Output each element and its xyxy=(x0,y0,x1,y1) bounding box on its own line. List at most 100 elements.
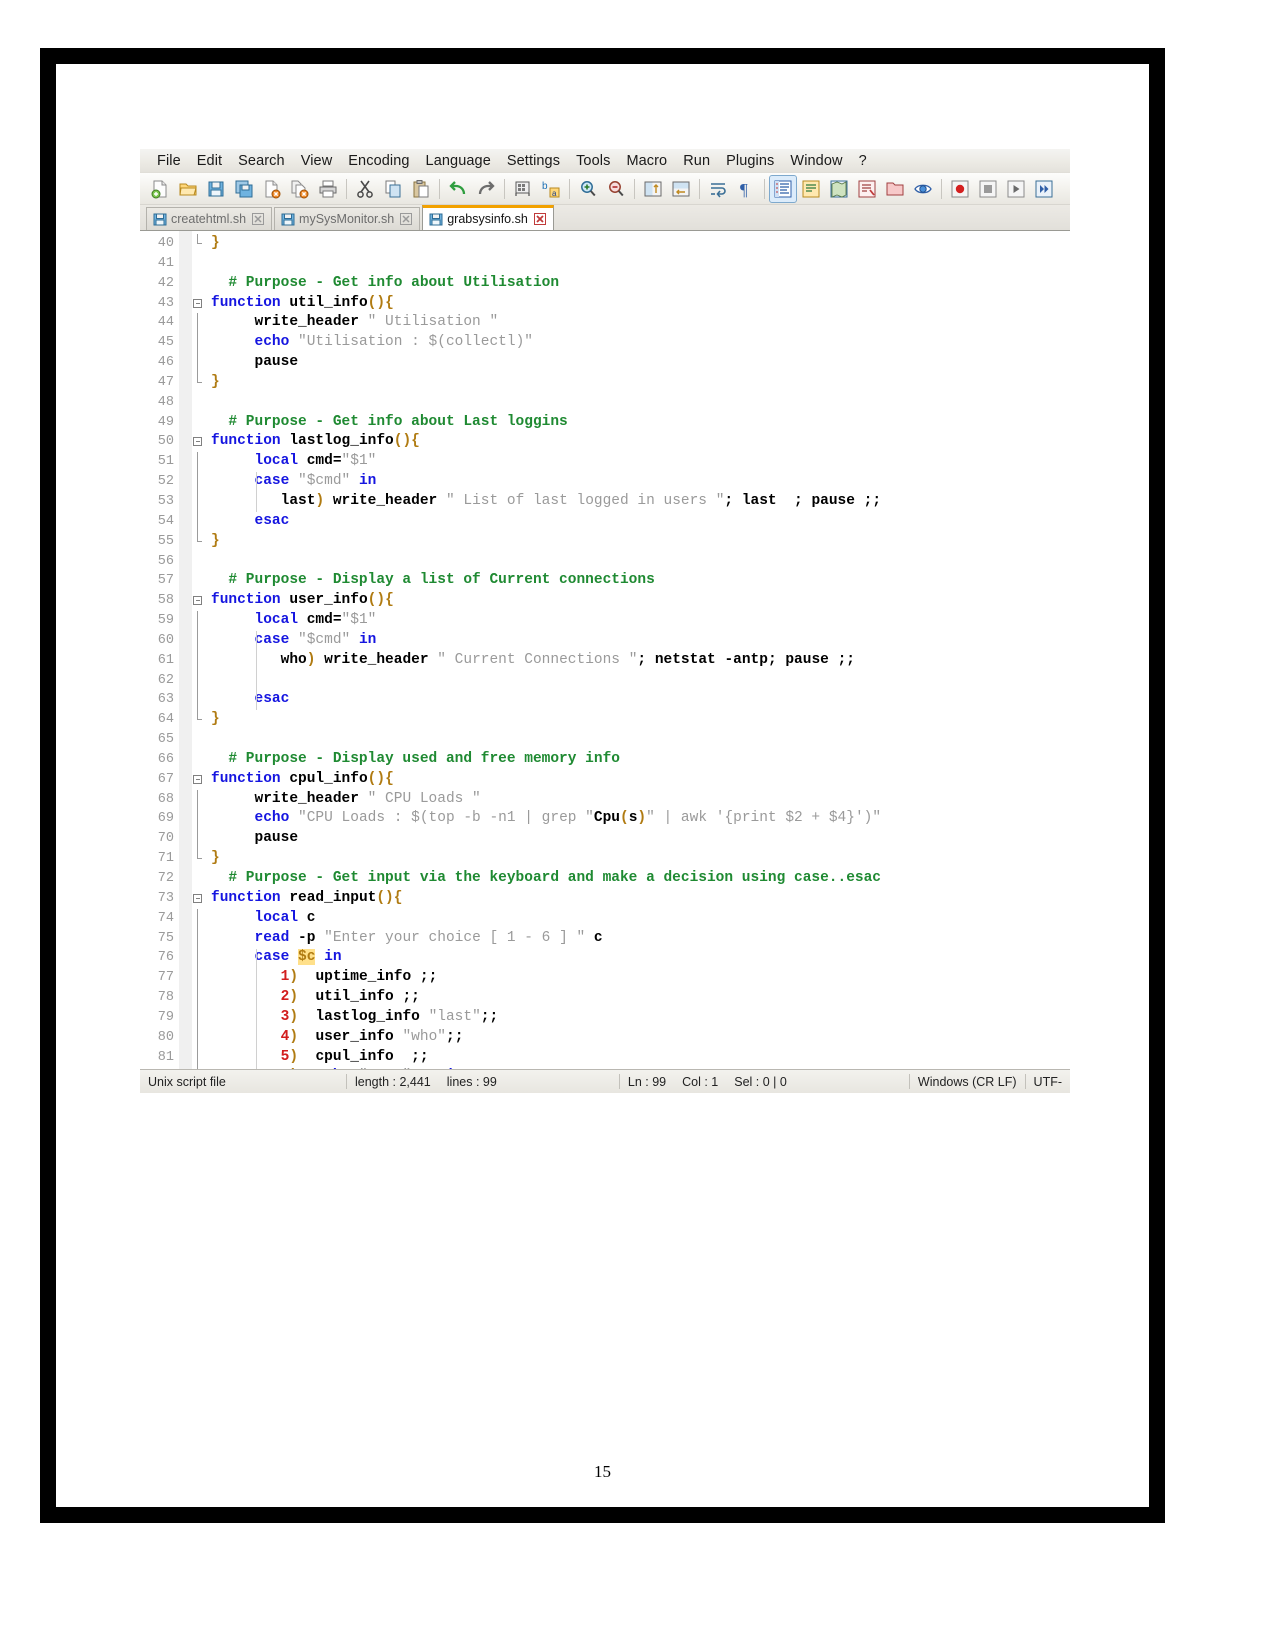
fold-marker xyxy=(192,670,207,691)
code-line: # Purpose - Get info about Utilisation xyxy=(228,274,560,291)
line-number: 80 xyxy=(157,1029,174,1045)
fold-marker[interactable] xyxy=(192,432,207,452)
fold-marker xyxy=(192,313,207,334)
user-defined-language-icon[interactable] xyxy=(798,176,824,202)
close-file-icon[interactable] xyxy=(259,176,285,202)
toolbar-separator xyxy=(699,178,700,199)
code-line: # Purpose - Get input via the keyboard a… xyxy=(228,870,882,886)
zoom-out-icon[interactable] xyxy=(603,176,629,202)
fold-marker xyxy=(192,750,207,770)
close-all-icon[interactable] xyxy=(287,176,313,202)
menu-item-run[interactable]: Run xyxy=(675,150,718,172)
find-icon[interactable] xyxy=(510,176,536,202)
menu-item-search[interactable]: Search xyxy=(230,150,293,172)
indent-guide xyxy=(256,631,257,711)
line-number: 46 xyxy=(157,355,174,371)
code-line: esac xyxy=(254,512,290,529)
code-line: 4) user_info "who";; xyxy=(280,1028,464,1045)
menu-item-help[interactable]: ? xyxy=(851,150,875,172)
menu-item-plugins[interactable]: Plugins xyxy=(718,150,782,172)
tab-label: createhtml.sh xyxy=(171,212,247,226)
folder-workspace-icon[interactable] xyxy=(882,176,908,202)
save-icon[interactable] xyxy=(203,176,229,202)
sync-vertical-icon[interactable] xyxy=(640,176,666,202)
line-number: 67 xyxy=(157,771,174,787)
menu-item-tools[interactable]: Tools xyxy=(568,150,618,172)
toolbar-separator xyxy=(941,178,942,199)
fold-marker xyxy=(192,511,207,532)
menu-item-edit[interactable]: Edit xyxy=(189,150,230,172)
zoom-in-icon[interactable] xyxy=(575,176,601,202)
redo-icon[interactable] xyxy=(473,176,499,202)
menu-item-window[interactable]: Window xyxy=(782,150,850,172)
fold-marker[interactable] xyxy=(192,889,207,909)
page-content-area: File Edit Search View Encoding Language … xyxy=(56,64,1149,1507)
menu-item-encoding[interactable]: Encoding xyxy=(340,150,417,172)
new-file-icon[interactable] xyxy=(147,176,173,202)
fold-marker[interactable] xyxy=(192,294,207,314)
line-number: 54 xyxy=(157,513,174,529)
sync-horizontal-icon[interactable] xyxy=(668,176,694,202)
menu-item-settings[interactable]: Settings xyxy=(499,150,568,172)
fold-marker xyxy=(192,234,207,254)
tab-mysysmonitor-sh[interactable]: mySysMonitor.sh xyxy=(274,207,421,230)
undo-icon[interactable] xyxy=(445,176,471,202)
toolbar-separator xyxy=(634,178,635,199)
tab-grabsysinfo-sh[interactable]: grabsysinfo.sh xyxy=(422,205,554,230)
code-text-area[interactable]: } # Purpose - Get info about Utilisation… xyxy=(207,231,1070,1069)
fold-marker[interactable] xyxy=(192,591,207,611)
save-all-icon[interactable] xyxy=(231,176,257,202)
menu-item-file[interactable]: File xyxy=(149,150,189,172)
status-selection: Sel : 0 | 0 xyxy=(734,1074,787,1089)
code-line: local cmd="$1" xyxy=(254,612,377,629)
indent-guide-icon[interactable] xyxy=(769,174,797,203)
line-number: 50 xyxy=(157,434,174,450)
stop-macro-icon[interactable] xyxy=(975,176,1001,202)
word-wrap-icon[interactable] xyxy=(705,176,731,202)
fold-marker xyxy=(192,353,207,373)
show-all-characters-icon[interactable]: ¶ xyxy=(733,176,759,202)
menu-item-language[interactable]: Language xyxy=(418,150,499,172)
toolbar-separator xyxy=(439,178,440,199)
menu-item-macro[interactable]: Macro xyxy=(618,150,675,172)
fold-marker[interactable] xyxy=(192,770,207,790)
fold-marker xyxy=(192,491,207,512)
tab-createhtml-sh[interactable]: createhtml.sh xyxy=(146,207,273,230)
code-editor[interactable]: 40 41 42 43 44 45 46 47 48 49 50 51 52 53 54 55 56 57 58 59… xyxy=(140,231,1070,1069)
status-column-position: Col : 1 xyxy=(682,1074,719,1089)
play-macro-icon[interactable] xyxy=(1003,176,1029,202)
code-line: 6) echo "Bye!"; exit 0 ;; xyxy=(211,1067,1070,1069)
copy-icon[interactable] xyxy=(380,176,406,202)
replace-icon[interactable]: b a xyxy=(538,176,564,202)
code-line: pause xyxy=(254,354,299,371)
function-list-icon[interactable] xyxy=(854,176,880,202)
code-folding-margin[interactable] xyxy=(192,231,207,1069)
code-line: function lastlog_info(){ xyxy=(211,433,420,450)
close-icon[interactable] xyxy=(400,213,413,225)
toolbar-separator xyxy=(569,178,570,199)
open-file-icon[interactable] xyxy=(175,176,201,202)
paste-icon[interactable] xyxy=(408,176,434,202)
cut-icon[interactable] xyxy=(352,176,378,202)
close-icon[interactable] xyxy=(252,213,265,225)
record-macro-icon[interactable] xyxy=(947,176,973,202)
indent-guide xyxy=(256,948,257,1069)
line-number: 57 xyxy=(157,573,174,589)
code-line: function user_info(){ xyxy=(211,592,394,609)
status-encoding: UTF- xyxy=(1033,1074,1063,1089)
line-number: 69 xyxy=(157,811,174,827)
close-icon[interactable] xyxy=(533,213,546,225)
monitoring-icon[interactable] xyxy=(910,176,936,202)
document-map-icon[interactable] xyxy=(826,176,852,202)
tab-bar: createhtml.sh mySysMonitor.sh grabsysinf… xyxy=(140,205,1070,231)
line-number: 49 xyxy=(157,414,174,430)
menu-item-view[interactable]: View xyxy=(293,150,341,172)
print-icon[interactable] xyxy=(315,176,341,202)
line-number: 70 xyxy=(157,831,174,847)
fold-marker xyxy=(192,1067,207,1069)
line-number: 78 xyxy=(157,990,174,1006)
fold-marker xyxy=(192,988,207,1008)
run-macro-multiple-icon[interactable] xyxy=(1031,176,1057,202)
code-line: } xyxy=(211,235,220,251)
